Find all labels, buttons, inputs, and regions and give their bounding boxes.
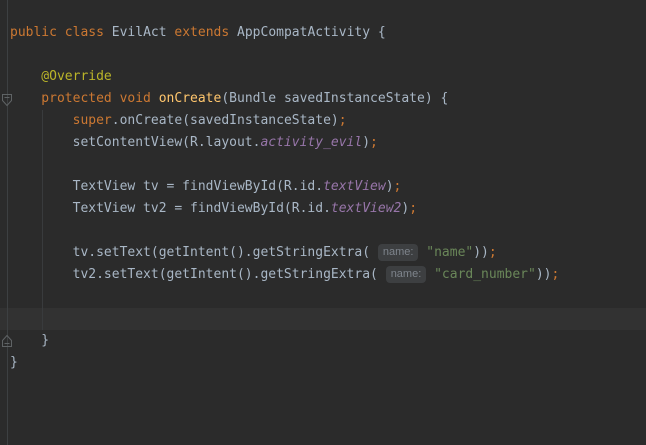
code-line[interactable]: protected void onCreate(Bundle savedInst… [0, 88, 646, 110]
code-token: void [120, 91, 151, 106]
code-token: ; [339, 113, 347, 128]
code-token: ; [409, 201, 417, 216]
code-token [57, 25, 65, 40]
code-token: setContentView(R.layout. [10, 135, 260, 150]
code-line[interactable]: @Override [0, 66, 646, 88]
parameter-name-inlay-hint: name: [386, 266, 427, 283]
parameter-name-inlay-hint: name: [378, 244, 419, 261]
code-token: super [73, 113, 112, 128]
code-token: } [10, 333, 49, 348]
code-token: tv2.setText(getIntent().getStringExtra( [10, 267, 386, 282]
code-token: "name" [426, 245, 473, 260]
code-token [112, 91, 120, 106]
code-token: activity_evil [260, 135, 362, 150]
code-token: ; [370, 135, 378, 150]
code-line[interactable]: } [0, 352, 646, 374]
code-line[interactable] [0, 286, 646, 308]
code-line[interactable] [0, 154, 646, 176]
code-token: ; [552, 267, 560, 282]
code-token: ; [489, 245, 497, 260]
code-token: TextView tv2 = findViewById(R.id. [10, 201, 331, 216]
code-line[interactable] [0, 308, 646, 330]
code-token: textView2 [331, 201, 401, 216]
code-line[interactable]: public class EvilAct extends AppCompatAc… [0, 22, 646, 44]
code-line[interactable]: TextView tv = findViewById(R.id.textView… [0, 176, 646, 198]
code-token [151, 91, 159, 106]
fold-collapse-end-icon[interactable] [1, 334, 13, 348]
code-line[interactable]: tv.setText(getIntent().getStringExtra( n… [0, 242, 646, 264]
code-line[interactable]: super.onCreate(savedInstanceState); [0, 110, 646, 132]
code-area[interactable]: public class EvilAct extends AppCompatAc… [0, 0, 646, 374]
code-token: )) [536, 267, 552, 282]
code-token: ) [401, 201, 409, 216]
code-token: .onCreate(savedInstanceState) [112, 113, 339, 128]
code-token: onCreate [159, 91, 222, 106]
code-token: ) [362, 135, 370, 150]
code-line[interactable]: tv2.setText(getIntent().getStringExtra( … [0, 264, 646, 286]
code-token: protected [10, 91, 112, 106]
code-token: AppCompatActivity { [229, 25, 386, 40]
code-line[interactable]: setContentView(R.layout.activity_evil); [0, 132, 646, 154]
code-line[interactable] [0, 0, 646, 22]
code-token: textView [323, 179, 386, 194]
code-token [10, 113, 73, 128]
code-token: ; [394, 179, 402, 194]
code-token: @Override [10, 69, 112, 84]
code-token: (Bundle savedInstanceState) { [221, 91, 448, 106]
code-token: TextView tv = findViewById(R.id. [10, 179, 323, 194]
code-token: extends [174, 25, 229, 40]
code-editor[interactable]: public class EvilAct extends AppCompatAc… [0, 0, 646, 445]
code-token: class [65, 25, 104, 40]
code-token: )) [473, 245, 489, 260]
code-line[interactable] [0, 220, 646, 242]
code-line[interactable]: } [0, 330, 646, 352]
fold-collapse-start-icon[interactable] [1, 93, 13, 107]
code-token: public [10, 25, 57, 40]
code-line[interactable]: TextView tv2 = findViewById(R.id.textVie… [0, 198, 646, 220]
code-token: } [10, 355, 18, 370]
code-token: "card_number" [434, 267, 536, 282]
code-line[interactable] [0, 44, 646, 66]
code-token: tv.setText(getIntent().getStringExtra( [10, 245, 378, 260]
code-token: ) [386, 179, 394, 194]
code-token [426, 267, 434, 282]
code-token: EvilAct [104, 25, 174, 40]
